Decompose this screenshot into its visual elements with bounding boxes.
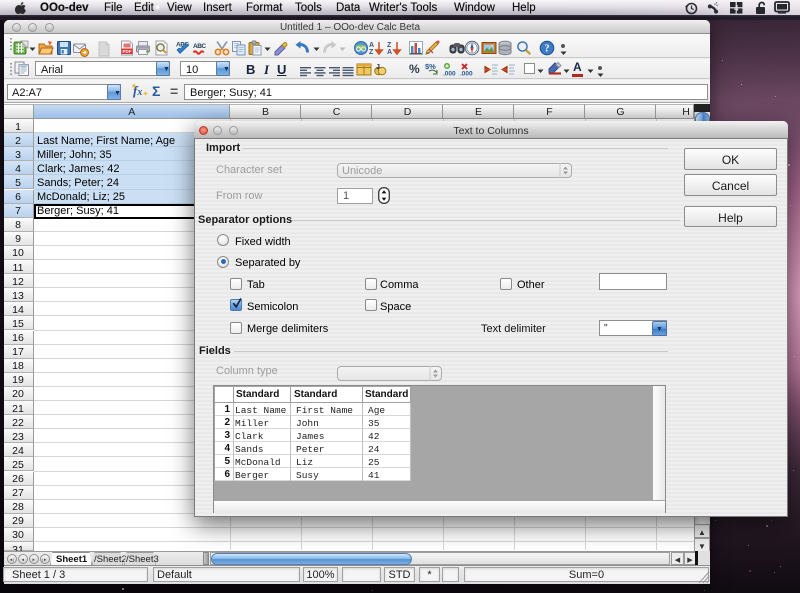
svg-text:?: ?: [545, 44, 550, 55]
svg-text:ABC: ABC: [193, 43, 206, 50]
svg-text:4: 4: [734, 4, 739, 13]
svg-text:Z: Z: [369, 49, 374, 56]
svg-text:.000: .000: [443, 71, 456, 78]
svg-text:PDF: PDF: [123, 49, 132, 54]
svg-text:.000: .000: [460, 71, 473, 78]
svg-text:J: J: [376, 64, 380, 71]
svg-text:A: A: [387, 49, 392, 56]
svg-text:$%: $%: [425, 62, 436, 71]
svg-text:Z: Z: [387, 42, 392, 49]
svg-text:A: A: [369, 42, 374, 49]
